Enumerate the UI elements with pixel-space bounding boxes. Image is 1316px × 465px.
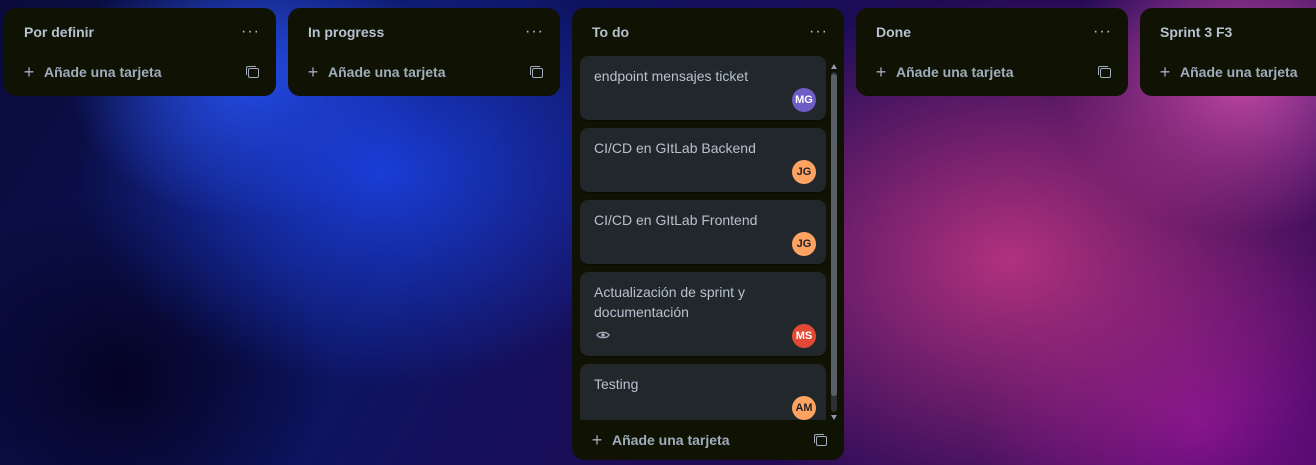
card-template-icon[interactable]	[530, 65, 544, 79]
plus-icon: +	[591, 430, 603, 450]
card[interactable]: CI/CD en GItLab Backend JG	[580, 128, 826, 192]
scroll-thumb[interactable]	[831, 74, 837, 396]
add-card-label: Añade una tarjeta	[44, 64, 162, 80]
list-menu-icon[interactable]: ···	[809, 24, 828, 40]
add-card-left: + Añade una tarjeta	[22, 62, 162, 82]
add-card-left: + Añade una tarjeta	[590, 430, 730, 450]
list-menu-icon[interactable]: ···	[1093, 24, 1112, 40]
list-header[interactable]: Sprint 3 F3	[1140, 8, 1316, 56]
scrollbar[interactable]	[830, 64, 838, 420]
card-title: CI/CD en GItLab Frontend	[594, 212, 758, 228]
scroll-down-icon[interactable]	[831, 415, 837, 420]
add-card-left: + Añade una tarjeta	[306, 62, 446, 82]
cards-container: endpoint mensajes ticket MG CI/CD en GIt…	[580, 56, 826, 420]
plus-icon: +	[875, 62, 887, 82]
add-card-label: Añade una tarjeta	[896, 64, 1014, 80]
avatar[interactable]: JG	[792, 160, 816, 184]
add-card-left: + Añade una tarjeta	[1158, 62, 1298, 82]
list-in-progress: In progress ··· + Añade una tarjeta	[288, 8, 560, 96]
list-menu-icon[interactable]: ···	[525, 24, 544, 40]
list-title[interactable]: Sprint 3 F3	[1160, 24, 1232, 40]
list-header[interactable]: In progress ···	[288, 8, 560, 56]
card[interactable]: Actualización de sprint y documentación …	[580, 272, 826, 356]
card-template-icon[interactable]	[246, 65, 260, 79]
card-title: Testing	[594, 376, 639, 392]
card-template-icon[interactable]	[1098, 65, 1112, 79]
avatar[interactable]: MS	[792, 324, 816, 348]
avatar[interactable]: AM	[792, 396, 816, 420]
card[interactable]: endpoint mensajes ticket MG	[580, 56, 826, 120]
card-title: CI/CD en GItLab Backend	[594, 140, 756, 156]
list-title[interactable]: To do	[592, 24, 629, 40]
list-menu-icon[interactable]: ···	[241, 24, 260, 40]
card-title: Actualización de sprint y documentación	[594, 284, 745, 320]
plus-icon: +	[1159, 62, 1171, 82]
add-card-label: Añade una tarjeta	[612, 432, 730, 448]
card[interactable]: CI/CD en GItLab Frontend JG	[580, 200, 826, 264]
list-title[interactable]: In progress	[308, 24, 384, 40]
card-title: endpoint mensajes ticket	[594, 68, 749, 84]
add-card-button[interactable]: + Añade una tarjeta	[12, 56, 268, 88]
add-card-button[interactable]: + Añade una tarjeta	[1148, 56, 1316, 88]
list-title[interactable]: Done	[876, 24, 911, 40]
add-card-label: Añade una tarjeta	[328, 64, 446, 80]
list-sprint-3-f3: Sprint 3 F3 + Añade una tarjeta	[1140, 8, 1316, 96]
card[interactable]: Testing AM	[580, 364, 826, 420]
list-por-definir: Por definir ··· + Añade una tarjeta	[4, 8, 276, 96]
add-card-button[interactable]: + Añade una tarjeta	[580, 424, 836, 456]
eye-icon	[596, 331, 610, 339]
add-card-button[interactable]: + Añade una tarjeta	[864, 56, 1120, 88]
list-title[interactable]: Por definir	[24, 24, 94, 40]
list-header[interactable]: To do ···	[572, 8, 844, 56]
plus-icon: +	[307, 62, 319, 82]
avatar[interactable]: JG	[792, 232, 816, 256]
avatar[interactable]: MG	[792, 88, 816, 112]
scroll-up-icon[interactable]	[831, 64, 837, 69]
list-header[interactable]: Done ···	[856, 8, 1128, 56]
list-done: Done ··· + Añade una tarjeta	[856, 8, 1128, 96]
card-template-icon[interactable]	[814, 433, 828, 447]
add-card-label: Añade una tarjeta	[1180, 64, 1298, 80]
add-card-left: + Añade una tarjeta	[874, 62, 1014, 82]
list-to-do: To do ··· endpoint mensajes ticket MG CI…	[572, 8, 844, 460]
add-card-button[interactable]: + Añade una tarjeta	[296, 56, 552, 88]
plus-icon: +	[23, 62, 35, 82]
list-header[interactable]: Por definir ···	[4, 8, 276, 56]
